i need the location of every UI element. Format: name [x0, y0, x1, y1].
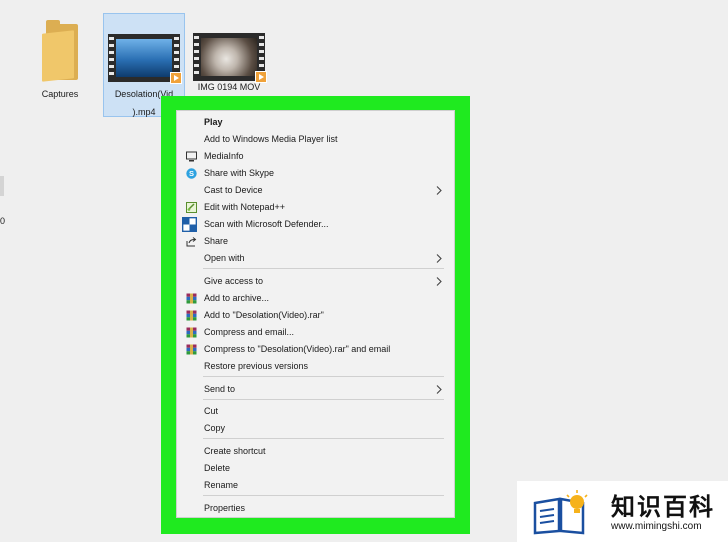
menu-item-label: Give access to	[204, 276, 264, 286]
mediainfo-icon	[186, 151, 197, 162]
menu-item-mediainfo[interactable]: MediaInfo	[177, 148, 454, 165]
notepadpp-icon	[186, 202, 197, 213]
menu-item-label: Compress and email...	[204, 327, 295, 337]
menu-item-play[interactable]: Play	[177, 114, 454, 131]
svg-text:S: S	[189, 169, 194, 178]
play-badge-icon	[170, 72, 182, 84]
menu-separator	[203, 495, 444, 496]
menu-item-label: Copy	[204, 423, 226, 433]
menu-item-delete[interactable]: Delete	[177, 460, 454, 477]
menu-item-label: MediaInfo	[204, 151, 244, 161]
menu-item-label: Properties	[204, 503, 246, 513]
menu-item-send-to[interactable]: Send to	[177, 381, 454, 398]
menu-separator	[203, 438, 444, 439]
winrar-icon	[186, 344, 197, 355]
menu-item-restore-previous-versions[interactable]: Restore previous versions	[177, 358, 454, 375]
menu-item-label: Send to	[204, 384, 236, 394]
menu-item-cast-to-device[interactable]: Cast to Device	[177, 182, 454, 199]
skype-icon: S	[186, 168, 197, 179]
chevron-right-icon	[436, 254, 442, 263]
menu-item-edit-with-notepadpp[interactable]: Edit with Notepad++	[177, 199, 454, 216]
menu-item-compress-and-email[interactable]: Compress and email...	[177, 324, 454, 341]
menu-separator	[203, 268, 444, 269]
chevron-right-icon	[436, 277, 442, 286]
folder-captures[interactable]: Captures	[28, 18, 92, 100]
book-lightbulb-logo-icon	[533, 490, 588, 535]
menu-item-compress-to-rar-and-email[interactable]: Compress to "Desolation(Video).rar" and …	[177, 341, 454, 358]
winrar-icon	[186, 310, 197, 321]
menu-item-add-to-archive[interactable]: Add to archive...	[177, 290, 454, 307]
menu-item-label: Compress to "Desolation(Video).rar" and …	[204, 344, 391, 354]
menu-item-label: Cut	[204, 406, 219, 416]
menu-item-label: Restore previous versions	[204, 361, 309, 371]
menu-item-label: Create shortcut	[204, 446, 266, 456]
menu-item-add-to-wmp-list[interactable]: Add to Windows Media Player list	[177, 131, 454, 148]
menu-item-label: Scan with Microsoft Defender...	[204, 219, 329, 229]
menu-item-label: Delete	[204, 463, 231, 473]
winrar-icon	[186, 327, 197, 338]
menu-item-share-with-skype[interactable]: S Share with Skype	[177, 165, 454, 182]
folder-label: Captures	[41, 89, 79, 99]
menu-item-properties[interactable]: Properties	[177, 500, 454, 517]
chevron-right-icon	[436, 186, 442, 195]
menu-item-label: Cast to Device	[204, 185, 263, 195]
watermark: 知识百科 www.mimingshi.com	[517, 481, 728, 542]
menu-separator	[203, 376, 444, 377]
menu-item-label: Add to "Desolation(Video).rar"	[204, 310, 324, 320]
menu-item-label: Rename	[204, 480, 239, 490]
menu-item-label: Add to Windows Media Player list	[204, 134, 338, 144]
menu-item-copy[interactable]: Copy	[177, 420, 454, 437]
share-icon	[186, 237, 197, 247]
play-badge-icon	[255, 71, 267, 83]
folder-icon	[39, 18, 81, 82]
video-thumbnail	[193, 33, 267, 83]
menu-separator	[203, 399, 444, 400]
chevron-right-icon	[436, 385, 442, 394]
menu-item-give-access-to[interactable]: Give access to	[177, 273, 454, 290]
menu-item-label: Add to archive...	[204, 293, 270, 303]
menu-item-label: Edit with Notepad++	[204, 202, 286, 212]
defender-icon	[182, 217, 197, 232]
menu-item-scan-with-defender[interactable]: Scan with Microsoft Defender...	[177, 216, 454, 233]
video-thumbnail	[108, 34, 182, 84]
watermark-url: www.mimingshi.com	[611, 521, 702, 532]
menu-item-label: Share with Skype	[204, 168, 275, 178]
menu-item-label: Play	[204, 117, 223, 127]
menu-item-share[interactable]: Share	[177, 233, 454, 250]
menu-item-label: Share	[204, 236, 229, 246]
menu-item-add-to-rar[interactable]: Add to "Desolation(Video).rar"	[177, 307, 454, 324]
winrar-icon	[186, 293, 197, 304]
watermark-title: 知识百科	[611, 494, 715, 521]
menu-item-cut[interactable]: Cut	[177, 403, 454, 420]
menu-item-rename[interactable]: Rename	[177, 477, 454, 494]
menu-item-open-with[interactable]: Open with	[177, 250, 454, 267]
menu-item-label: Open with	[204, 253, 245, 263]
left-edge-text: 0	[0, 216, 6, 226]
context-menu: Play Add to Windows Media Player list Me…	[176, 110, 455, 518]
left-edge-fragment	[0, 176, 4, 196]
menu-item-create-shortcut[interactable]: Create shortcut	[177, 443, 454, 460]
